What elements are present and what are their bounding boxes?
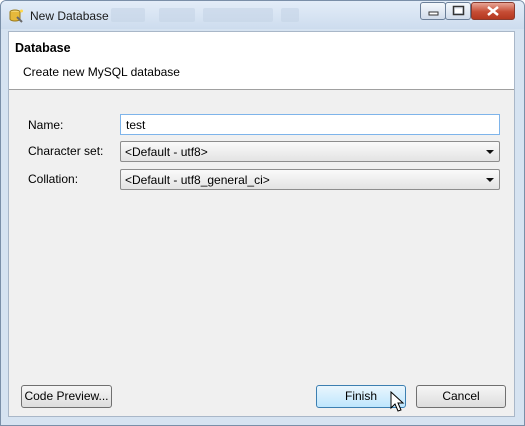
background-toolbar-ghost [111, 8, 145, 22]
wizard-header: Database Create new MySQL database [9, 32, 514, 90]
charset-select[interactable]: <Default - utf8> [120, 141, 500, 162]
close-button[interactable] [471, 2, 515, 20]
charset-value: <Default - utf8> [125, 145, 208, 159]
name-input[interactable]: test [120, 114, 500, 135]
database-wizard-icon [8, 8, 24, 24]
collation-value: <Default - utf8_general_ci> [125, 173, 270, 187]
maximize-button[interactable] [445, 2, 471, 20]
collation-select[interactable]: <Default - utf8_general_ci> [120, 169, 500, 190]
name-label: Name: [28, 118, 64, 132]
collation-label: Collation: [28, 172, 79, 186]
close-icon [487, 6, 499, 16]
charset-label: Character set: [28, 144, 104, 158]
cancel-button[interactable]: Cancel [416, 385, 506, 408]
page-description: Create new MySQL database [23, 65, 180, 79]
chevron-down-icon [486, 178, 494, 182]
title-bar[interactable]: New Database [1, 1, 524, 29]
code-preview-button[interactable]: Code Preview... [21, 385, 112, 408]
dialog-content: Database Create new MySQL database Name:… [8, 31, 515, 417]
dialog-window: New Database Database Create new MySQL d… [0, 0, 525, 426]
window-title: New Database [30, 9, 109, 23]
minimize-button[interactable] [420, 2, 446, 20]
pointer-cursor-icon [390, 391, 405, 412]
maximize-icon [452, 5, 465, 16]
chevron-down-icon [486, 150, 494, 154]
background-toolbar-ghost [159, 8, 195, 22]
background-toolbar-ghost [203, 8, 273, 22]
minimize-icon [428, 11, 439, 16]
page-title: Database [15, 41, 71, 55]
background-toolbar-ghost [281, 8, 299, 22]
